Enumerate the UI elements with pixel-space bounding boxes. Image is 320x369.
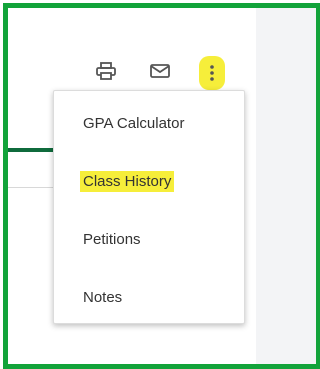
right-panel xyxy=(256,8,316,364)
more-options-menu: GPA Calculator Class History Petitions N… xyxy=(53,90,245,324)
menu-item-label: Notes xyxy=(83,288,123,306)
envelope-icon xyxy=(150,64,170,78)
menu-item-petitions[interactable]: Petitions xyxy=(54,219,244,259)
print-button[interactable] xyxy=(93,58,119,84)
screenshot-frame: GPA Calculator Class History Petitions N… xyxy=(3,3,320,369)
menu-item-notes[interactable]: Notes xyxy=(54,277,244,317)
menu-item-label: Petitions xyxy=(83,230,141,248)
menu-item-class-history[interactable]: Class History xyxy=(54,161,244,201)
menu-item-label: Class History xyxy=(80,170,175,192)
email-button[interactable] xyxy=(147,58,173,84)
printer-icon xyxy=(96,62,116,80)
vertical-ellipsis-icon xyxy=(210,65,214,81)
more-options-button[interactable] xyxy=(199,56,225,90)
divider-line xyxy=(8,187,58,188)
menu-item-gpa-calculator[interactable]: GPA Calculator xyxy=(54,103,244,143)
menu-item-label: GPA Calculator xyxy=(83,114,185,132)
toolbar xyxy=(93,52,225,90)
